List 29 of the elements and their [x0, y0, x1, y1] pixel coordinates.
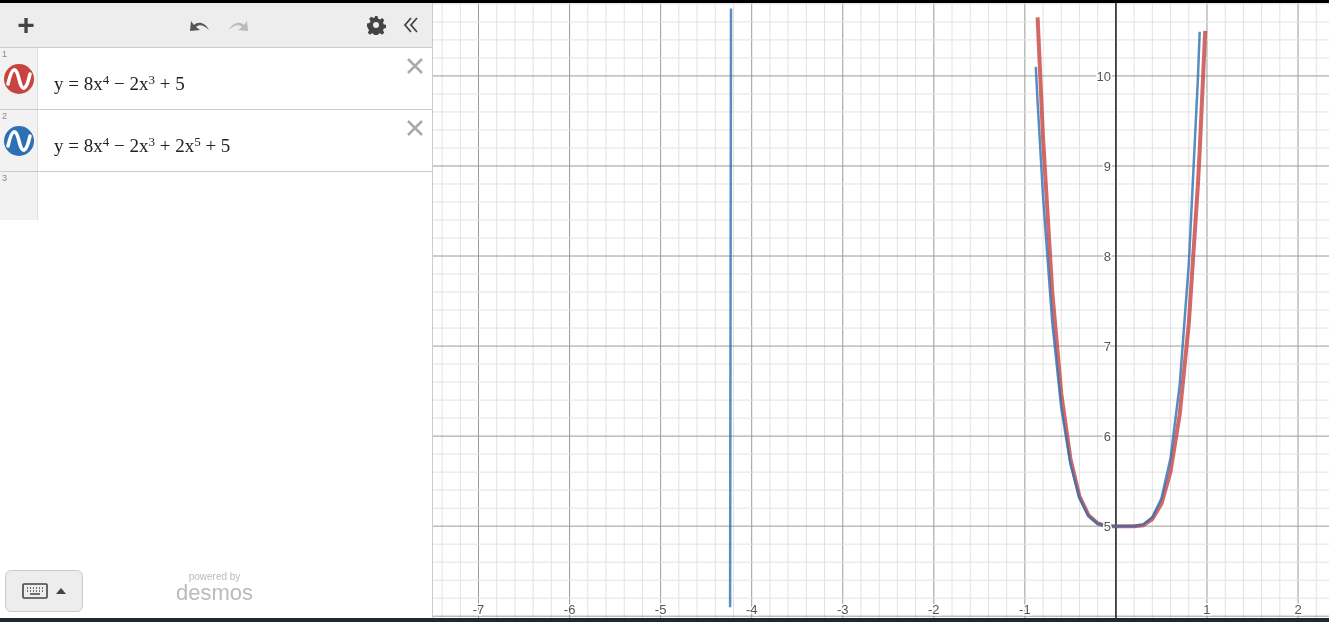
x-tick-label: -1	[1019, 602, 1031, 617]
expression-text[interactable]: y = 8x$^{4}$ − 2x$^{3}$ + 2x$^{5}$ + 5	[54, 132, 231, 161]
y-tick-label: 8	[1103, 249, 1111, 264]
desmos-logo: desmos	[176, 582, 254, 604]
y-tick-label: 6	[1103, 429, 1111, 445]
x-tick-label: -6	[563, 602, 576, 617]
settings-icon[interactable]	[366, 15, 386, 35]
y-tick-label: 10	[1096, 68, 1111, 84]
x-tick-label: -5	[654, 602, 667, 617]
curve-icon[interactable]	[3, 125, 34, 156]
x-tick-label: -4	[745, 602, 758, 617]
keyboard-icon	[22, 583, 48, 599]
powered-by-text: powered by	[188, 572, 241, 582]
collapse-icon[interactable]	[402, 16, 420, 34]
y-tick-label: 7	[1103, 339, 1111, 355]
x-tick-label: 2	[1294, 602, 1302, 617]
row-number: 3	[2, 172, 7, 185]
x-tick-label: 1	[1203, 602, 1211, 617]
x-tick-label: -2	[928, 602, 940, 617]
add-button[interactable]: +	[12, 10, 40, 40]
x-tick-label: -3	[836, 602, 849, 617]
curve-icon[interactable]	[3, 63, 34, 94]
y-tick-label: 5	[1103, 519, 1111, 535]
row-number: 2	[2, 110, 7, 123]
expression-text[interactable]: y = 8x$^{4}$ − 2x$^{3}$ + 5	[54, 70, 185, 99]
keyboard-button[interactable]	[5, 570, 83, 612]
caret-icon	[56, 588, 66, 594]
y-tick-label: 9	[1103, 159, 1111, 174]
row-number: 1	[2, 48, 7, 61]
